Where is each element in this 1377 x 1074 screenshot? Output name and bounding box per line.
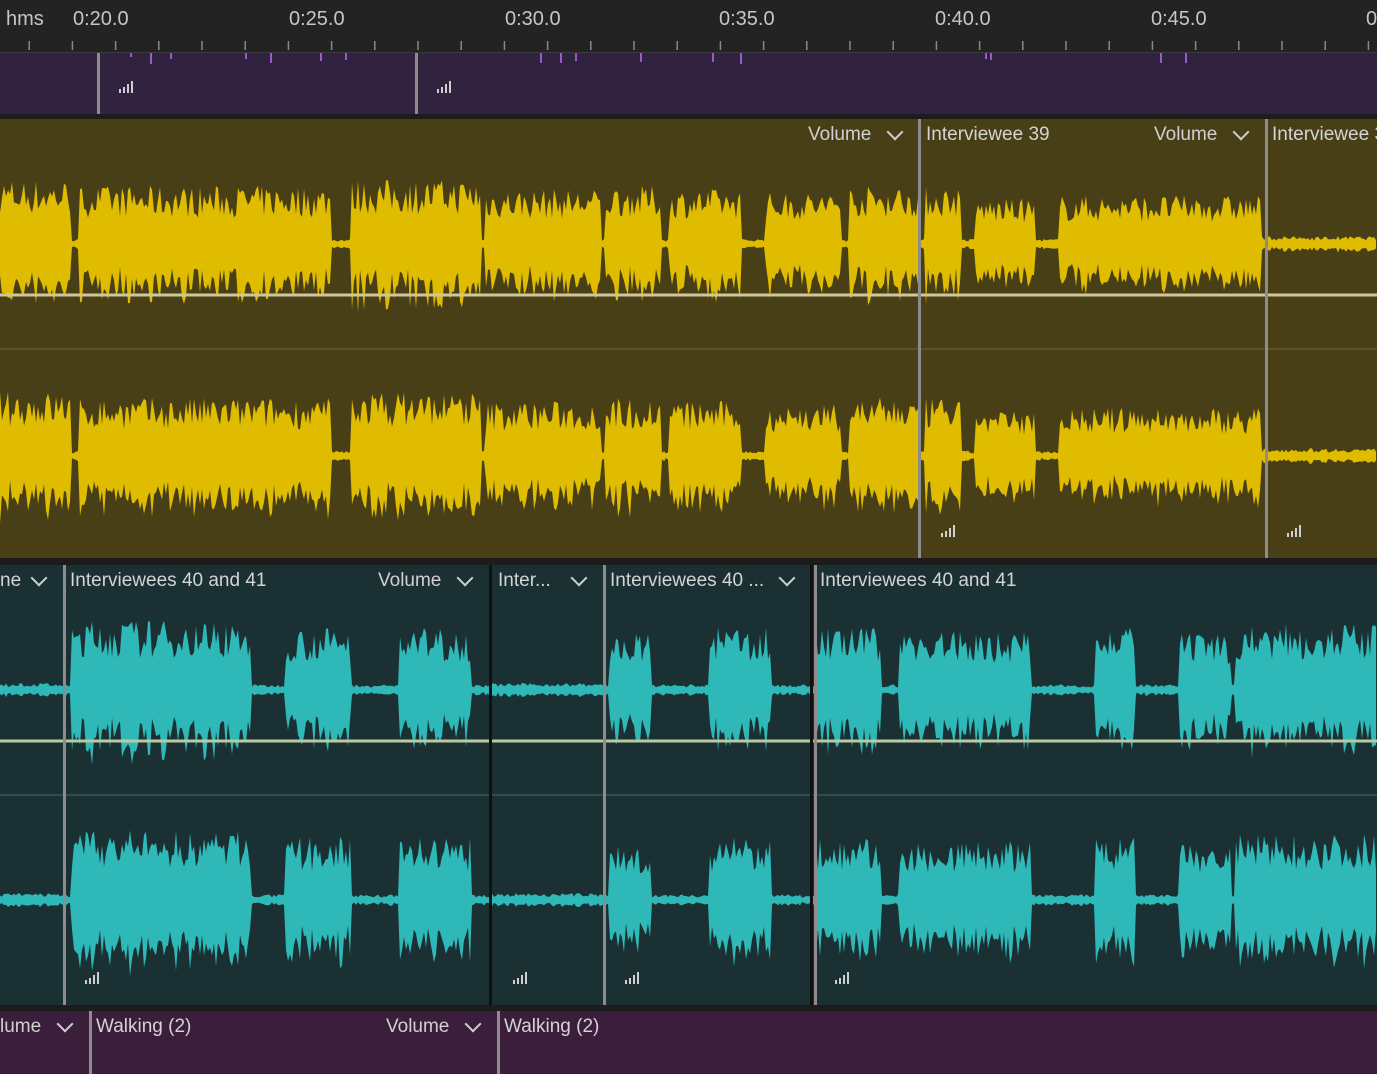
clip-boundary[interactable] xyxy=(415,53,418,114)
track-fx[interactable]: lume Walking (2) Volume Walking (2) xyxy=(0,1011,1377,1074)
volume-dropdown-label[interactable]: Volume xyxy=(1154,124,1217,146)
ruler-ticks xyxy=(28,41,1370,50)
clip-level-icon[interactable] xyxy=(1287,525,1305,537)
clip-level-icon[interactable] xyxy=(835,972,853,984)
chevron-down-icon[interactable] xyxy=(56,1015,74,1033)
track-voice-b[interactable]: ne Interviewees 40 and 41 Volume Inter..… xyxy=(0,565,1377,1005)
clip-title[interactable]: ne xyxy=(0,570,21,592)
clip-boundary[interactable] xyxy=(89,1011,92,1074)
track-music[interactable] xyxy=(0,53,1377,114)
clip-title[interactable]: Interviewees 40 and 41 xyxy=(820,570,1016,592)
clip-title[interactable]: Inter... xyxy=(498,570,551,592)
clip-level-icon[interactable] xyxy=(941,525,959,537)
clip-boundary[interactable] xyxy=(1265,119,1268,558)
clip-title[interactable]: Interviewees 40 and 41 xyxy=(70,570,266,592)
time-ruler[interactable]: hms 0:20.0 0:25.0 0:30.0 0:35.0 0:40.0 0… xyxy=(0,0,1377,53)
volume-dropdown-label[interactable]: Volume xyxy=(386,1016,449,1038)
clip-level-icon[interactable] xyxy=(119,81,137,93)
clip-title[interactable]: Walking (2) xyxy=(96,1016,191,1038)
clip-title[interactable]: Interviewee 39 xyxy=(926,124,1050,146)
voice-b-waveform xyxy=(0,620,1377,977)
clip-boundary[interactable] xyxy=(497,1011,500,1074)
clip-level-icon[interactable] xyxy=(625,972,643,984)
clip-title[interactable]: Interviewees 40 ... xyxy=(610,570,764,592)
clip-boundary[interactable] xyxy=(918,119,921,558)
clip-boundary[interactable] xyxy=(97,53,100,114)
track-voice-a[interactable]: Volume Interviewee 39 Volume Interviewee… xyxy=(0,119,1377,558)
chevron-down-icon[interactable] xyxy=(464,1015,482,1033)
clip-gap xyxy=(489,565,492,1005)
clip-gap xyxy=(810,565,813,1005)
clip-boundary[interactable] xyxy=(814,565,817,1005)
volume-dropdown-label[interactable]: Volume xyxy=(808,124,871,146)
clip-level-icon[interactable] xyxy=(437,81,455,93)
clip-level-icon[interactable] xyxy=(513,972,531,984)
clip-title[interactable]: Walking (2) xyxy=(504,1016,599,1038)
clip-boundary[interactable] xyxy=(63,565,66,1005)
clip-boundary[interactable] xyxy=(603,565,606,1005)
clip-level-icon[interactable] xyxy=(85,972,103,984)
music-waveform xyxy=(130,53,1187,64)
clip-title[interactable]: Interviewee 3 xyxy=(1272,124,1377,146)
voice-a-waveform xyxy=(0,180,1377,524)
volume-dropdown-label[interactable]: lume xyxy=(0,1016,41,1038)
volume-dropdown-label[interactable]: Volume xyxy=(378,570,441,592)
